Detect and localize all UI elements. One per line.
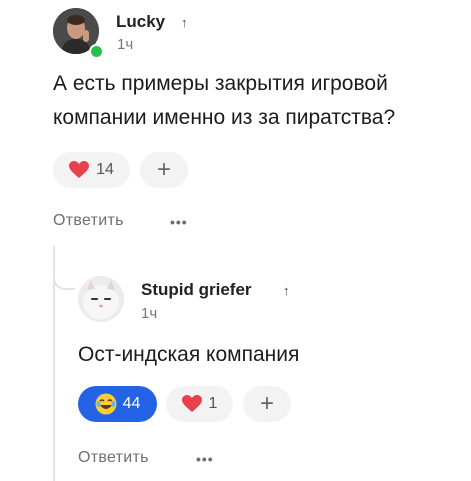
- upvote-arrow-icon[interactable]: ↑: [181, 15, 188, 30]
- avatar-image: [78, 276, 124, 322]
- reply-upvote-arrow-icon[interactable]: ↑: [283, 283, 290, 298]
- heart-reaction-button[interactable]: 14: [53, 152, 130, 188]
- online-indicator: [89, 44, 104, 59]
- thread-connector: [53, 246, 75, 290]
- laugh-count: 44: [122, 395, 141, 412]
- laugh-reaction-button[interactable]: 44: [78, 386, 157, 422]
- comment-more-dots-icon[interactable]: •••: [170, 214, 188, 230]
- reply-author[interactable]: Stupid griefer: [141, 280, 252, 300]
- comment-time: 1ч: [117, 36, 134, 53]
- reply-more-dots-icon[interactable]: •••: [196, 451, 214, 467]
- reply-heart-reaction-button[interactable]: 1: [166, 386, 233, 422]
- comment-text-line-2: компании именно из за пиратства?: [53, 106, 396, 129]
- heart-icon: [69, 161, 90, 179]
- heart-icon: [181, 395, 202, 413]
- avatar-stupid-griefer[interactable]: [78, 276, 124, 322]
- laughing-emoji-icon: [95, 393, 117, 415]
- reply-heart-count: 1: [208, 395, 218, 412]
- reply-time: 1ч: [141, 305, 158, 322]
- plus-icon: +: [156, 156, 171, 183]
- heart-count: 14: [96, 161, 114, 178]
- comment-reply-button[interactable]: Ответить: [53, 212, 124, 230]
- comment-author[interactable]: Lucky: [116, 12, 165, 32]
- add-reaction-button[interactable]: +: [140, 152, 188, 188]
- reply-text: Ост-индская компания: [78, 343, 300, 366]
- reply-add-reaction-button[interactable]: +: [243, 386, 291, 422]
- comment-text-line-1: А есть примеры закрытия игровой: [53, 72, 388, 95]
- plus-icon: +: [259, 390, 274, 417]
- reply-reply-button[interactable]: Ответить: [78, 449, 149, 467]
